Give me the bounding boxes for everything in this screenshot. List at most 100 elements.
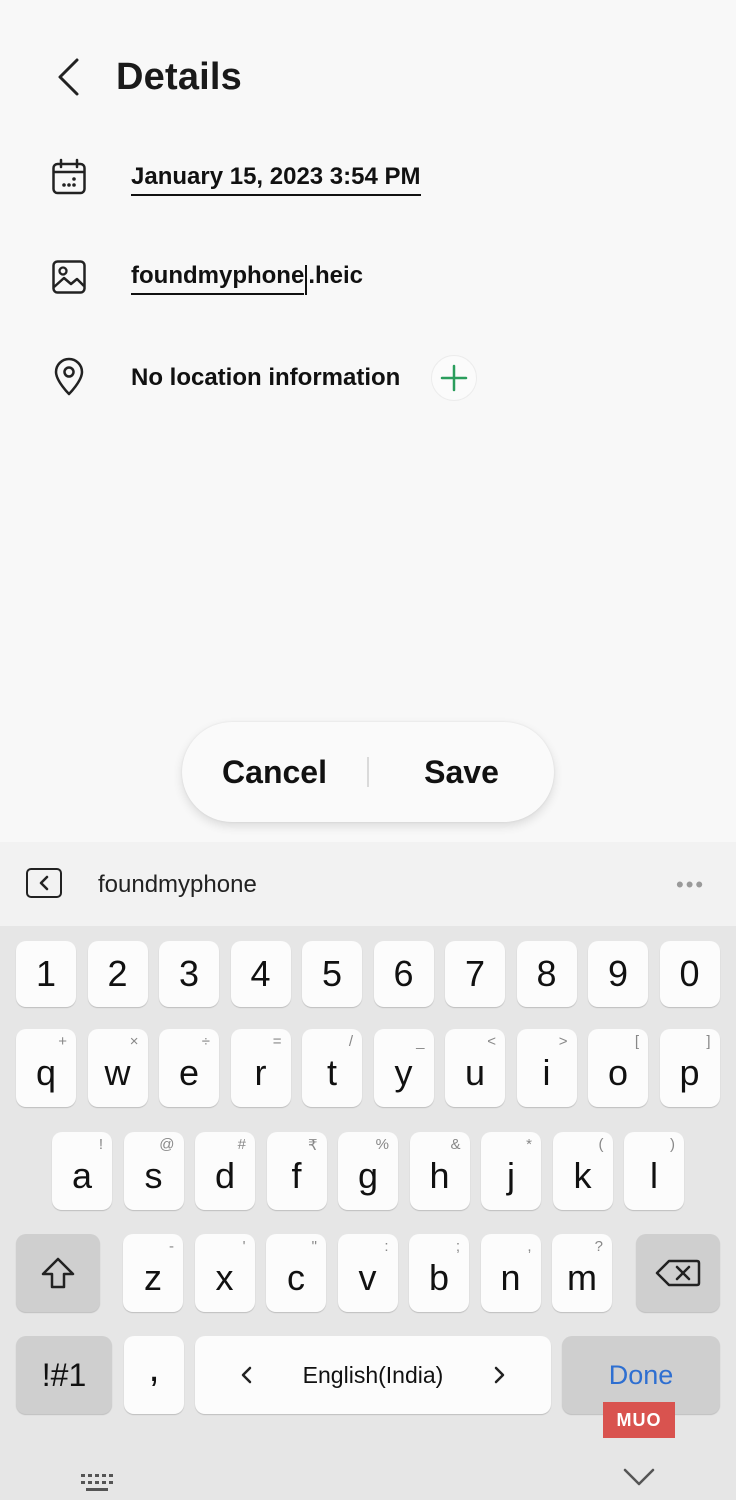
text-cursor: [305, 265, 308, 295]
toolbar-toggle-button[interactable]: [26, 868, 62, 898]
key-x[interactable]: ' x: [194, 1234, 255, 1312]
more-options-icon[interactable]: •••: [676, 872, 705, 898]
key-hint: ]: [706, 1033, 711, 1050]
key-label: p: [679, 1052, 700, 1093]
key-label: 6: [393, 953, 414, 994]
key-label: c: [287, 1257, 305, 1298]
key-label: t: [326, 1052, 337, 1093]
back-button[interactable]: [46, 54, 90, 100]
image-icon: [48, 256, 90, 298]
watermark-logo: MUO: [603, 1402, 675, 1438]
shift-icon: [41, 1257, 75, 1289]
keyboard-switch-icon[interactable]: [80, 1472, 118, 1499]
key-d[interactable]: # d: [195, 1132, 255, 1210]
hide-keyboard-icon[interactable]: [622, 1466, 656, 1493]
key-r[interactable]: = r: [230, 1029, 291, 1107]
key-hint: ): [670, 1136, 675, 1153]
date-time-field[interactable]: January 15, 2023 3:54 PM: [131, 163, 421, 196]
key-label: s: [144, 1155, 163, 1196]
key-v[interactable]: :v: [337, 1234, 398, 1312]
key-y[interactable]: _ y: [373, 1029, 434, 1107]
key-hint: [: [634, 1033, 639, 1050]
key-label: l: [650, 1155, 658, 1196]
key-hint: >: [558, 1033, 568, 1050]
cancel-button[interactable]: Cancel: [182, 722, 367, 822]
key-label: 0: [679, 953, 700, 994]
key-1[interactable]: 1: [16, 941, 76, 1007]
key-hint: ÷: [201, 1033, 210, 1050]
key-label: j: [507, 1155, 515, 1196]
key-label: m: [567, 1257, 597, 1298]
key-i[interactable]: > i: [516, 1029, 577, 1107]
shift-key[interactable]: [16, 1234, 100, 1312]
key-label: f: [291, 1155, 302, 1196]
key-label: k: [573, 1155, 592, 1196]
save-button[interactable]: Save: [369, 722, 554, 822]
key-hint: /: [348, 1033, 353, 1050]
key-m[interactable]: ? m: [552, 1234, 612, 1312]
key-hint: ?: [594, 1238, 603, 1255]
key-q[interactable]: + q: [16, 1029, 76, 1107]
add-location-button[interactable]: [431, 355, 477, 401]
key-f[interactable]: ₹ f: [266, 1132, 327, 1210]
file-name-input[interactable]: foundmyphone: [131, 262, 305, 295]
key-hint: -: [169, 1238, 174, 1255]
key-hint: %: [375, 1136, 389, 1153]
key-a[interactable]: ! a: [52, 1132, 112, 1210]
key-label: n: [500, 1257, 521, 1298]
key-3[interactable]: 3: [159, 941, 219, 1007]
file-extension: .heic: [308, 262, 364, 289]
key-8[interactable]: 8: [516, 941, 577, 1007]
key-hint: (: [598, 1136, 604, 1153]
key-label: q: [35, 1052, 57, 1093]
key-label: 7: [464, 953, 486, 994]
key-2[interactable]: 2: [87, 941, 148, 1007]
key-hint: @: [159, 1136, 175, 1153]
key-hint: _: [416, 1033, 425, 1050]
key-s[interactable]: @ s: [123, 1132, 184, 1210]
backspace-key[interactable]: [636, 1234, 720, 1312]
key-label: x: [215, 1257, 234, 1298]
location-pin-icon: [48, 356, 90, 398]
key-label: 5: [321, 953, 343, 994]
key-g[interactable]: % g: [338, 1132, 398, 1210]
key-hint: ;: [455, 1238, 460, 1255]
key-u[interactable]: < u: [445, 1029, 505, 1107]
key-label: a: [71, 1155, 93, 1196]
key-label: v: [358, 1257, 377, 1298]
key-b[interactable]: ; b: [409, 1234, 469, 1312]
key-z[interactable]: -z: [123, 1234, 183, 1312]
key-j[interactable]: * j: [481, 1132, 541, 1210]
key-9[interactable]: 9: [588, 941, 648, 1007]
key-t[interactable]: / t: [302, 1029, 362, 1107]
key-hint: ": [311, 1238, 317, 1255]
key-k[interactable]: (k: [552, 1132, 613, 1210]
key-n[interactable]: ,n: [480, 1234, 541, 1312]
key-hint: #: [237, 1136, 246, 1153]
key-label: 2: [107, 953, 128, 994]
key-p[interactable]: ] p: [659, 1029, 720, 1107]
suggestion-word[interactable]: foundmyphone: [98, 871, 257, 899]
key-c[interactable]: " c: [266, 1234, 326, 1312]
chevron-left-icon: [241, 1366, 252, 1384]
key-hint: =: [272, 1033, 282, 1050]
key-hint: :: [384, 1238, 389, 1255]
key-e[interactable]: ÷ e: [159, 1029, 219, 1107]
key-0[interactable]: 0: [659, 941, 720, 1007]
comma-key[interactable]: ,: [124, 1336, 184, 1414]
file-name-field[interactable]: foundmyphone .heic: [131, 262, 363, 295]
space-key[interactable]: English(India): [195, 1336, 551, 1414]
key-hint: +: [58, 1033, 67, 1050]
symbols-key[interactable]: !#1: [16, 1336, 112, 1414]
key-6[interactable]: 6: [373, 941, 434, 1007]
key-7[interactable]: 7: [445, 941, 505, 1007]
key-hint: &: [450, 1136, 461, 1153]
key-4[interactable]: 4: [230, 941, 291, 1007]
language-label: English(India): [302, 1361, 444, 1388]
header: Details: [0, 0, 736, 150]
key-h[interactable]: & h: [409, 1132, 470, 1210]
key-o[interactable]: [o: [588, 1029, 648, 1107]
key-5[interactable]: 5: [302, 941, 362, 1007]
key-l[interactable]: ) l: [624, 1132, 684, 1210]
key-w[interactable]: × w: [87, 1029, 148, 1107]
